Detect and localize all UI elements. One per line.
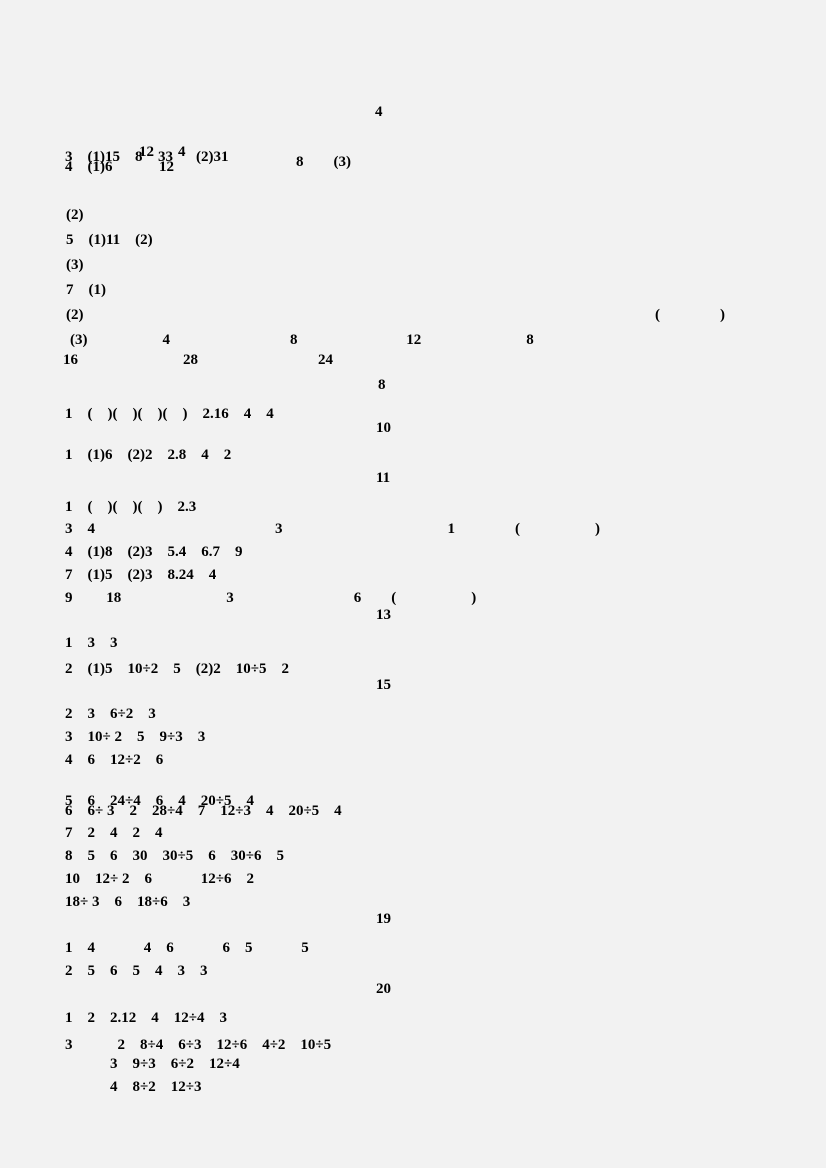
text-line: (3) [66, 258, 84, 273]
text-line: 9 18 3 6 ( ) [65, 591, 476, 606]
text-line: 15 [376, 678, 391, 693]
text-line: 3 2 8÷4 6÷3 12÷6 4÷2 10÷5 [65, 1038, 331, 1053]
text-line: 1 4 4 6 6 5 5 [65, 941, 309, 956]
text-line: 7 (1) [66, 283, 106, 298]
text-line: 1 ( )( )( )( ) 2.16 4 4 [65, 407, 274, 422]
text-line: 16 28 24 [63, 353, 333, 368]
text-line: 4 [178, 145, 186, 160]
text-line: 19 [376, 912, 391, 927]
text-line: 4 (1)6 [65, 160, 113, 175]
text-line: 5 (1)11 (2) [66, 233, 153, 248]
text-line: 12 [159, 160, 174, 175]
text-line: 10 [376, 421, 391, 436]
text-line: 4 (1)8 (2)3 5.4 6.7 9 [65, 545, 242, 560]
text-line: 12 [139, 145, 154, 160]
text-line: 8 (3) [296, 155, 351, 170]
text-line: 2 3 6÷2 3 [65, 707, 156, 722]
text-line: 1 2 2.12 4 12÷4 3 [65, 1011, 227, 1026]
text-line: 6 6÷ 3 2 28÷4 7 12÷3 4 20÷5 4 [65, 804, 342, 819]
text-line: 20 [376, 982, 391, 997]
text-line: (2) [66, 208, 84, 223]
text-line: 8 [378, 378, 386, 393]
text-line: 3 10÷ 2 5 9÷3 3 [65, 730, 205, 745]
text-line: 3 9÷3 6÷2 12÷4 [110, 1057, 240, 1072]
text-line: 4 [375, 105, 383, 120]
text-line: 7 2 4 2 4 [65, 826, 163, 841]
text-line: 7 (1)5 (2)3 8.24 4 [65, 568, 216, 583]
text-line: 13 [376, 608, 391, 623]
text-line: 18÷ 3 6 18÷6 3 [65, 895, 190, 910]
text-line: (2) [66, 308, 84, 323]
text-line: 1 ( )( )( ) 2.3 [65, 500, 196, 515]
text-line: 1 (1)6 (2)2 2.8 4 2 [65, 448, 231, 463]
text-line: 3 4 3 1 ( ) [65, 522, 600, 537]
text-line: 4 6 12÷2 6 [65, 753, 163, 768]
text-line: 11 [376, 471, 390, 486]
text-line: (3) 4 8 12 8 [70, 333, 534, 348]
text-line: 8 5 6 30 30÷5 6 30÷6 5 [65, 849, 284, 864]
document-page: 43 (1)15 812334(2)314 (1)6128 (3)(2)5 (1… [0, 0, 826, 1168]
text-line: 2 5 6 5 4 3 3 [65, 964, 208, 979]
text-line: (2)31 [196, 150, 229, 165]
text-line: ( ) [655, 308, 725, 323]
text-line: 4 8÷2 12÷3 [110, 1080, 201, 1095]
text-line: 2 (1)5 10÷2 5 (2)2 10÷5 2 [65, 662, 289, 677]
text-line: 10 12÷ 2 6 12÷6 2 [65, 872, 254, 887]
text-line: 1 3 3 [65, 636, 118, 651]
